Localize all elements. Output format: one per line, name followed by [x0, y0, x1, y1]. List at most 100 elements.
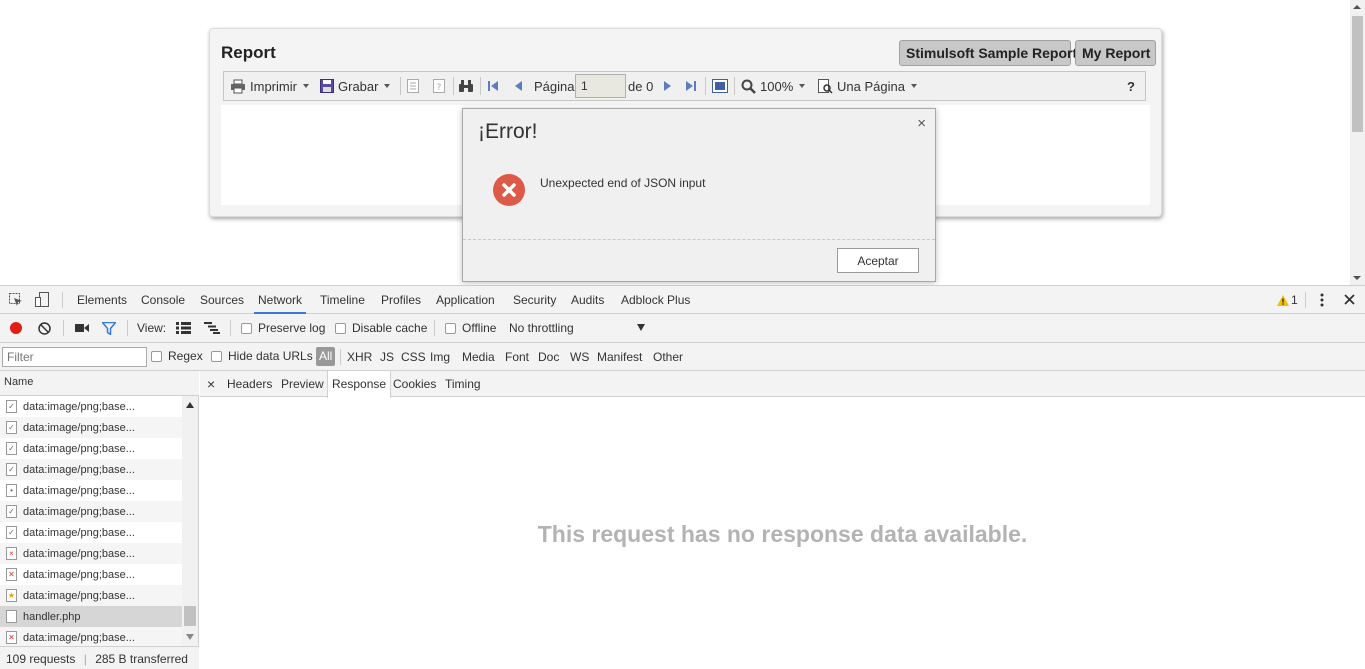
page-scrollbar[interactable]: [1350, 0, 1365, 285]
filter-type-media[interactable]: Media: [462, 350, 495, 364]
request-name: data:image/png;base...: [23, 400, 135, 413]
request-count: 109 requests: [6, 652, 76, 666]
close-devtools-icon[interactable]: [1344, 294, 1355, 305]
request-row[interactable]: ✓ data:image/png;base...: [0, 417, 182, 438]
request-row[interactable]: ✓ data:image/png;base...: [0, 522, 182, 543]
filter-type-all[interactable]: All: [316, 347, 336, 366]
clear-icon[interactable]: [38, 322, 51, 335]
check-icon: ✓: [6, 526, 17, 539]
filter-type-css[interactable]: CSS: [401, 350, 426, 364]
tab-stimulsoft-sample-report[interactable]: Stimulsoft Sample Report: [899, 40, 1077, 66]
scroll-down-icon[interactable]: [1353, 276, 1361, 280]
tab-application[interactable]: Application: [436, 286, 495, 314]
filter-type-manifest[interactable]: Manifest: [597, 350, 642, 364]
tab-my-report[interactable]: My Report: [1075, 40, 1156, 66]
filter-type-doc[interactable]: Doc: [538, 350, 559, 364]
inspect-element-icon[interactable]: [9, 293, 23, 307]
tab-network[interactable]: Network: [254, 286, 307, 314]
save-button[interactable]: Grabar: [320, 72, 391, 100]
device-toolbar-icon[interactable]: [35, 292, 50, 307]
tab-timeline[interactable]: Timeline: [320, 286, 365, 314]
help-button[interactable]: ?: [1127, 72, 1135, 100]
tab-response[interactable]: Response: [327, 371, 392, 398]
tab-adblock-plus[interactable]: Adblock Plus: [621, 286, 690, 314]
devtools-panel: Elements Console Sources Network Timelin…: [0, 285, 1365, 669]
filter-type-xhr[interactable]: XHR: [347, 350, 372, 364]
regex-checkbox[interactable]: Regex: [151, 349, 203, 363]
accept-button[interactable]: Aceptar: [837, 248, 919, 273]
waterfall-icon[interactable]: [204, 322, 220, 334]
disable-cache-checkbox[interactable]: Disable cache: [335, 321, 427, 335]
request-name: data:image/png;base...: [23, 526, 135, 539]
print-button[interactable]: Imprimir: [230, 72, 309, 100]
large-rows-icon[interactable]: [176, 322, 191, 334]
filter-icon[interactable]: [102, 322, 116, 335]
checkbox-box: [211, 351, 222, 363]
filter-type-js[interactable]: JS: [380, 350, 394, 364]
close-detail-icon[interactable]: ×: [203, 371, 219, 397]
tab-cookies[interactable]: Cookies: [389, 371, 440, 397]
request-row[interactable]: • data:image/png;base...: [0, 480, 182, 501]
more-options-icon[interactable]: [1319, 293, 1325, 307]
request-row[interactable]: ✓ data:image/png;base...: [0, 459, 182, 480]
request-name: data:image/png;base...: [23, 442, 135, 455]
tab-audits[interactable]: Audits: [571, 286, 604, 314]
tab-sources[interactable]: Sources: [200, 286, 244, 314]
scroll-down-icon[interactable]: [186, 634, 194, 640]
previous-page-icon[interactable]: [512, 79, 526, 93]
request-row[interactable]: ✓ data:image/png;base...: [0, 501, 182, 522]
filter-type-img[interactable]: Img: [430, 350, 450, 364]
page-number-input[interactable]: [575, 74, 626, 98]
filter-type-other[interactable]: Other: [653, 350, 683, 364]
request-list-scrollbar[interactable]: [182, 396, 198, 646]
first-page-icon[interactable]: [486, 79, 500, 93]
request-list: ✓ data:image/png;base... ✓ data:image/png;b…: [0, 396, 182, 648]
zoom-dropdown[interactable]: 100%: [741, 72, 806, 100]
preserve-log-checkbox[interactable]: Preserve log: [241, 321, 325, 335]
scroll-up-icon[interactable]: [1353, 5, 1361, 9]
warnings-indicator[interactable]: 1: [1277, 293, 1298, 307]
page-count-label: de 0: [628, 78, 654, 94]
filter-type-ws[interactable]: WS: [570, 350, 589, 364]
tab-headers[interactable]: Headers: [223, 371, 276, 397]
filter-input[interactable]: [2, 347, 147, 367]
throttling-select[interactable]: No throttling: [509, 321, 645, 335]
bookmarks-icon[interactable]: [406, 79, 420, 93]
request-row[interactable]: × data:image/png;base...: [0, 543, 182, 564]
binoculars-icon[interactable]: [458, 79, 474, 93]
tab-profiles[interactable]: Profiles: [381, 286, 421, 314]
empty-response-message: This request has no response data availa…: [537, 521, 1028, 547]
scrollbar-thumb[interactable]: [1352, 16, 1363, 132]
scrollbar-thumb[interactable]: [184, 606, 196, 626]
full-screen-icon[interactable]: [712, 79, 728, 93]
next-page-icon[interactable]: [660, 79, 674, 93]
dialog-title: ¡Error!: [478, 120, 538, 143]
close-icon[interactable]: ×: [917, 115, 926, 132]
chevron-down-icon: [910, 84, 917, 88]
hide-data-urls-checkbox[interactable]: Hide data URLs: [211, 349, 313, 363]
scroll-up-icon[interactable]: [186, 402, 194, 408]
view-mode-dropdown[interactable]: Una Página: [817, 72, 917, 100]
tab-timing[interactable]: Timing: [441, 371, 485, 397]
tab-console[interactable]: Console: [141, 286, 185, 314]
tab-security[interactable]: Security: [513, 286, 556, 314]
offline-checkbox[interactable]: Offline: [445, 321, 496, 335]
name-column-header[interactable]: Name: [0, 371, 199, 396]
tab-elements[interactable]: Elements: [77, 286, 127, 314]
request-name: data:image/png;base...: [23, 547, 135, 560]
preserve-log-label: Preserve log: [258, 321, 326, 335]
last-page-icon[interactable]: [684, 79, 698, 93]
request-row[interactable]: ✓ data:image/png;base...: [0, 438, 182, 459]
toolbar-divider: [62, 292, 63, 308]
request-row[interactable]: handler.php: [0, 606, 182, 627]
parameters-icon[interactable]: ?: [432, 79, 446, 93]
capture-screenshots-icon[interactable]: [75, 323, 89, 333]
request-row[interactable]: ★ data:image/png;base...: [0, 585, 182, 606]
record-icon[interactable]: [10, 322, 22, 334]
filter-type-font[interactable]: Font: [505, 350, 529, 364]
request-row[interactable]: ✕ data:image/png;base...: [0, 627, 182, 648]
request-row[interactable]: ✕ data:image/png;base...: [0, 564, 182, 585]
request-row[interactable]: ✓ data:image/png;base...: [0, 396, 182, 417]
tab-preview[interactable]: Preview: [277, 371, 328, 397]
error-message: Unexpected end of JSON input: [540, 176, 706, 190]
